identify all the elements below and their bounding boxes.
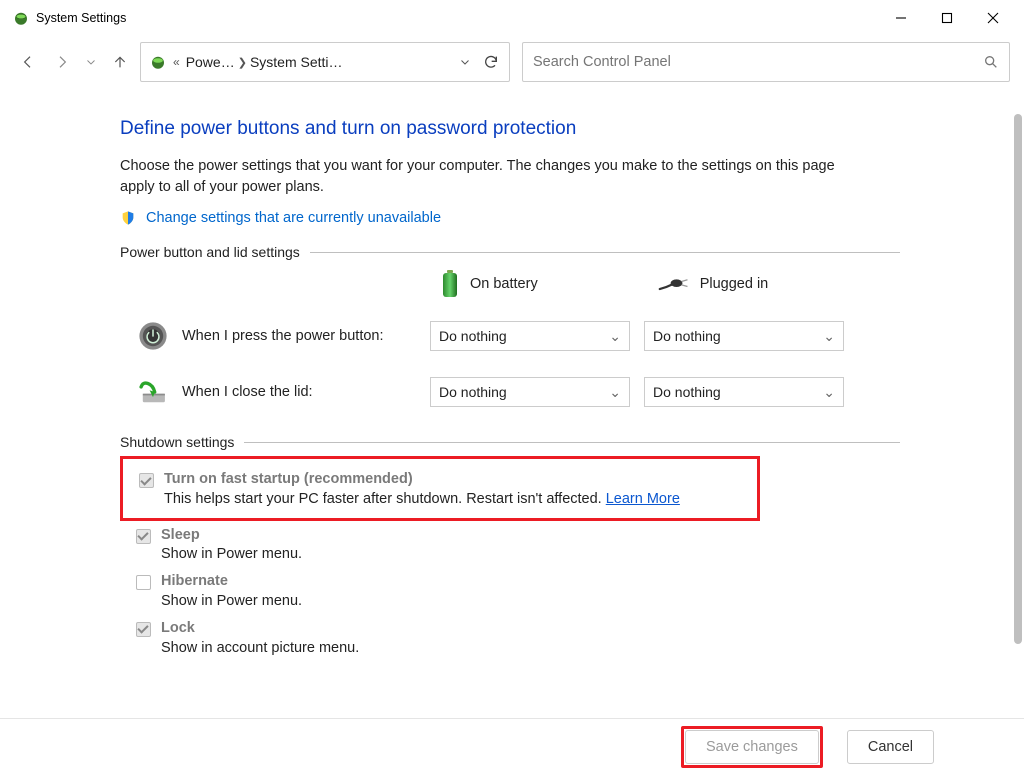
- hibernate-title: Hibernate: [161, 572, 302, 591]
- hibernate-row: Hibernate Show in Power menu.: [120, 567, 900, 614]
- page-description: Choose the power settings that you want …: [120, 156, 870, 198]
- breadcrumb-overflow: «: [173, 55, 180, 69]
- app-icon: [12, 9, 30, 27]
- shield-icon: [120, 210, 136, 226]
- minimize-button[interactable]: [878, 3, 924, 33]
- chevron-down-icon: ⌄: [823, 384, 835, 401]
- breadcrumb-seg-0[interactable]: Powe…: [186, 54, 235, 70]
- refresh-button[interactable]: [481, 54, 501, 70]
- back-button[interactable]: [14, 48, 42, 76]
- sleep-checkbox[interactable]: [136, 529, 151, 544]
- fast-startup-sub: This helps start your PC faster after sh…: [164, 489, 680, 511]
- hibernate-sub: Show in Power menu.: [161, 591, 302, 613]
- window-title: System Settings: [36, 11, 126, 25]
- search-box[interactable]: [522, 42, 1010, 82]
- fast-startup-row: Turn on fast startup (recommended) This …: [137, 465, 749, 512]
- lock-row: Lock Show in account picture menu.: [120, 614, 900, 661]
- close-button[interactable]: [970, 3, 1016, 33]
- row-lid: When I close the lid: Do nothing ⌄ Do no…: [120, 364, 900, 420]
- laptop-lid-icon: [136, 375, 170, 409]
- battery-icon: [440, 270, 460, 298]
- page-title: Define power buttons and turn on passwor…: [120, 118, 900, 140]
- fast-startup-checkbox[interactable]: [139, 473, 154, 488]
- title-bar: System Settings: [0, 0, 1024, 36]
- power-button-plugged-select[interactable]: Do nothing ⌄: [644, 321, 844, 351]
- history-dropdown[interactable]: [82, 48, 100, 76]
- chevron-down-icon: ⌄: [823, 328, 835, 345]
- fast-startup-title: Turn on fast startup (recommended): [164, 470, 680, 489]
- lock-checkbox[interactable]: [136, 622, 151, 637]
- breadcrumb-seg-1[interactable]: System Setti…: [250, 54, 343, 70]
- chevron-down-icon: ⌄: [609, 328, 621, 345]
- address-bar: « Powe… ❯ System Setti…: [0, 36, 1024, 88]
- learn-more-link[interactable]: Learn More: [606, 491, 680, 507]
- row-power-button: When I press the power button: Do nothin…: [120, 308, 900, 364]
- shutdown-settings-list: Turn on fast startup (recommended) This …: [120, 456, 900, 660]
- main-content: Define power buttons and turn on passwor…: [0, 88, 1010, 690]
- section-header-shutdown: Shutdown settings: [120, 434, 900, 450]
- window-controls: [878, 3, 1016, 33]
- column-plugged-label: Plugged in: [700, 276, 769, 292]
- breadcrumb[interactable]: « Powe… ❯ System Setti…: [140, 42, 510, 82]
- chevron-down-icon: ⌄: [609, 384, 621, 401]
- change-settings-link-row: Change settings that are currently unava…: [120, 210, 900, 226]
- footer: Save changes Cancel: [0, 719, 1024, 775]
- sleep-row: Sleep Show in Power menu.: [120, 521, 900, 568]
- power-button-icon: [136, 319, 170, 353]
- lid-plugged-select[interactable]: Do nothing ⌄: [644, 377, 844, 407]
- maximize-button[interactable]: [924, 3, 970, 33]
- lid-battery-select[interactable]: Do nothing ⌄: [430, 377, 630, 407]
- forward-button[interactable]: [48, 48, 76, 76]
- power-button-battery-select[interactable]: Do nothing ⌄: [430, 321, 630, 351]
- cancel-button[interactable]: Cancel: [847, 730, 934, 764]
- save-button[interactable]: Save changes: [685, 730, 819, 764]
- up-button[interactable]: [106, 48, 134, 76]
- breadcrumb-dropdown[interactable]: [455, 56, 475, 68]
- chevron-right-icon: ❯: [235, 56, 250, 69]
- column-battery-label: On battery: [470, 276, 538, 292]
- sleep-sub: Show in Power menu.: [161, 544, 302, 566]
- location-icon: [149, 53, 167, 71]
- highlight-fast-startup: Turn on fast startup (recommended) This …: [120, 456, 760, 521]
- hibernate-checkbox[interactable]: [136, 575, 151, 590]
- lock-sub: Show in account picture menu.: [161, 638, 359, 660]
- highlight-save-button: Save changes: [681, 726, 823, 768]
- search-input[interactable]: [533, 54, 983, 70]
- plug-icon: [658, 274, 690, 294]
- search-icon: [983, 54, 999, 70]
- sleep-title: Sleep: [161, 526, 302, 545]
- column-headers: On battery Plugged in: [440, 270, 900, 298]
- lock-title: Lock: [161, 619, 359, 638]
- change-settings-link[interactable]: Change settings that are currently unava…: [146, 210, 441, 226]
- section-header-power-lid: Power button and lid settings: [120, 244, 900, 260]
